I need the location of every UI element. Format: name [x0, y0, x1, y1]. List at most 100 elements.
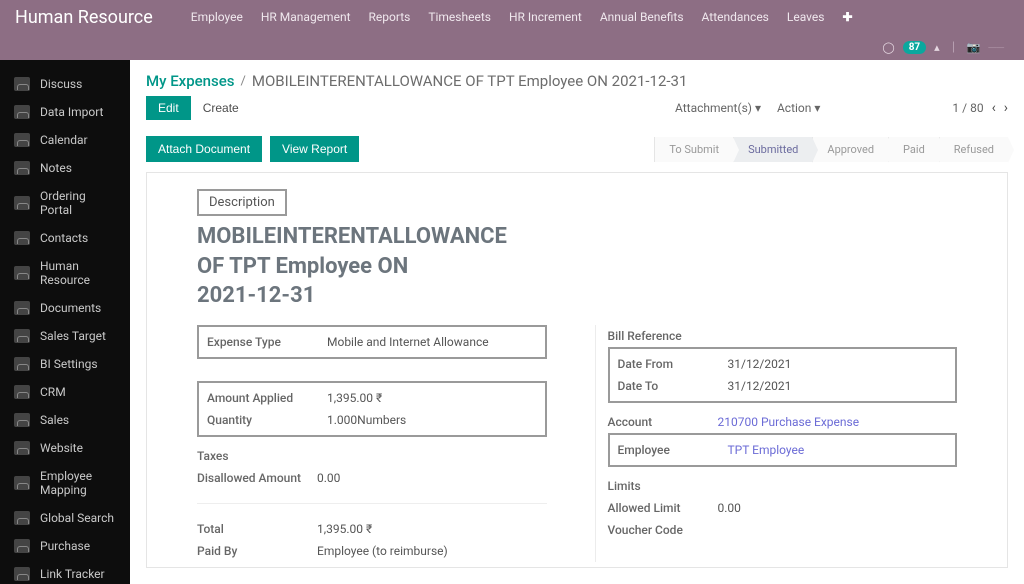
camera-icon [14, 329, 30, 343]
sidebar-item-calendar[interactable]: Calendar [0, 126, 130, 154]
form-right-column: Bill Reference Date From 31/12/2021 Date… [595, 325, 958, 562]
sidebar-item-label: Data Import [40, 105, 104, 119]
create-button[interactable]: Create [203, 101, 239, 115]
sidebar-item-label: BI Settings [40, 357, 98, 371]
pager-value[interactable]: 1 / 80 [952, 101, 983, 115]
expense-type-label: Expense Type [207, 335, 327, 349]
camera-icon [14, 196, 30, 210]
camera-icon [14, 476, 30, 490]
form-left-column: Expense Type Mobile and Internet Allowan… [197, 325, 547, 562]
caret-down-icon: ▾ [755, 101, 761, 115]
topnav-add-icon[interactable]: ✚ [842, 10, 852, 24]
paid-by-label: Paid By [197, 544, 317, 558]
taxes-label: Taxes [197, 449, 317, 463]
systray-icon[interactable]: ◯ [882, 41, 894, 54]
employee-value[interactable]: TPT Employee [728, 443, 948, 457]
topnav-hr-increment[interactable]: HR Increment [509, 10, 582, 24]
total-label: Total [197, 522, 317, 536]
camera-icon [14, 357, 30, 371]
topnav-timesheets[interactable]: Timesheets [428, 10, 491, 24]
camera-icon [14, 441, 30, 455]
status-approved[interactable]: Approved [812, 137, 888, 162]
sidebar-item-sales[interactable]: Sales [0, 406, 130, 434]
systray-camera-icon[interactable]: 📷 [967, 41, 981, 54]
amount-quantity-group: Amount Applied 1,395.00 ₹ Quantity 1.000… [197, 381, 547, 437]
sidebar-item-label: Purchase [40, 539, 90, 553]
status-to-submit[interactable]: To Submit [654, 137, 733, 162]
expense-type-group: Expense Type Mobile and Internet Allowan… [197, 325, 547, 359]
sidebar-item-label: Sales [40, 413, 69, 427]
pager-prev-icon[interactable]: ‹ [992, 100, 996, 116]
camera-icon [14, 105, 30, 119]
sidebar-item-purchase[interactable]: Purchase [0, 532, 130, 560]
app-sidebar: Discuss Data Import Calendar Notes Order… [0, 60, 130, 584]
sidebar-item-human-resource[interactable]: Human Resource [0, 252, 130, 294]
camera-icon [14, 511, 30, 525]
camera-icon [14, 77, 30, 91]
sidebar-item-link-tracker[interactable]: Link Tracker [0, 560, 130, 584]
date-range-group: Date From 31/12/2021 Date To 31/12/2021 [608, 347, 958, 403]
total-value: 1,395.00 ₹ [317, 522, 547, 536]
sidebar-item-ordering-portal[interactable]: Ordering Portal [0, 182, 130, 224]
status-paid[interactable]: Paid [888, 137, 939, 162]
camera-icon [14, 266, 30, 280]
attachments-dropdown[interactable]: Attachment(s) ▾ [675, 101, 761, 115]
status-submitted[interactable]: Submitted [733, 137, 812, 162]
sidebar-item-label: Human Resource [40, 259, 116, 287]
status-refused[interactable]: Refused [939, 137, 1008, 162]
sidebar-item-crm[interactable]: CRM [0, 378, 130, 406]
topnav-hr-management[interactable]: HR Management [261, 10, 351, 24]
topnav-employee[interactable]: Employee [191, 10, 243, 24]
systray-icon-2[interactable]: ▴ [934, 41, 940, 54]
pager-next-icon[interactable]: › [1004, 100, 1008, 116]
edit-button[interactable]: Edit [146, 96, 191, 120]
action-dropdown[interactable]: Action ▾ [777, 101, 820, 115]
sidebar-item-contacts[interactable]: Contacts [0, 224, 130, 252]
view-report-button[interactable]: View Report [270, 136, 359, 162]
sidebar-item-documents[interactable]: Documents [0, 294, 130, 322]
employee-label: Employee [618, 443, 728, 457]
topnav-leaves[interactable]: Leaves [787, 10, 825, 24]
topnav-attendances[interactable]: Attendances [702, 10, 769, 24]
sidebar-item-discuss[interactable]: Discuss [0, 70, 130, 98]
sidebar-item-label: Employee Mapping [40, 469, 116, 497]
sidebar-item-notes[interactable]: Notes [0, 154, 130, 182]
top-navbar: Human Resource Employee HR Management Re… [0, 0, 1024, 34]
quantity-value: 1.000Numbers [327, 413, 537, 427]
sidebar-item-label: CRM [40, 385, 66, 399]
sidebar-item-data-import[interactable]: Data Import [0, 98, 130, 126]
topnav-annual-benefits[interactable]: Annual Benefits [600, 10, 684, 24]
main-content: My Expenses / MOBILEINTERENTALLOWANCE OF… [130, 60, 1024, 584]
limits-label: Limits [608, 479, 718, 493]
sidebar-item-employee-mapping[interactable]: Employee Mapping [0, 462, 130, 504]
sidebar-item-label: Sales Target [40, 329, 106, 343]
date-to-label: Date To [618, 379, 728, 393]
sidebar-item-label: Contacts [40, 231, 88, 245]
camera-icon [14, 301, 30, 315]
camera-icon [14, 161, 30, 175]
caret-down-icon: ▾ [814, 101, 820, 115]
pager: 1 / 80 ‹ › [952, 100, 1008, 116]
sidebar-item-sales-target[interactable]: Sales Target [0, 322, 130, 350]
breadcrumb: My Expenses / MOBILEINTERENTALLOWANCE OF… [130, 60, 1024, 96]
camera-icon [14, 231, 30, 245]
paid-by-value: Employee (to reimburse) [317, 544, 547, 558]
account-label: Account [608, 415, 718, 429]
systray-icon-3[interactable]: ｜ [948, 39, 959, 55]
systray-badge[interactable]: 87 [903, 41, 926, 54]
breadcrumb-current: MOBILEINTERENTALLOWANCE OF TPT Employee … [252, 72, 688, 90]
topnav-reports[interactable]: Reports [369, 10, 411, 24]
sidebar-item-label: Website [40, 441, 83, 455]
date-to-value: 31/12/2021 [728, 379, 948, 393]
expense-type-value: Mobile and Internet Allowance [327, 335, 537, 349]
sidebar-item-website[interactable]: Website [0, 434, 130, 462]
date-from-value: 31/12/2021 [728, 357, 948, 371]
attach-document-button[interactable]: Attach Document [146, 136, 262, 162]
date-from-label: Date From [618, 357, 728, 371]
disallowed-amount-label: Disallowed Amount [197, 471, 317, 485]
sidebar-item-global-search[interactable]: Global Search [0, 504, 130, 532]
sidebar-item-bi-settings[interactable]: BI Settings [0, 350, 130, 378]
breadcrumb-root[interactable]: My Expenses [146, 72, 235, 90]
account-value[interactable]: 210700 Purchase Expense [718, 415, 958, 429]
sidebar-item-label: Link Tracker [40, 567, 105, 581]
